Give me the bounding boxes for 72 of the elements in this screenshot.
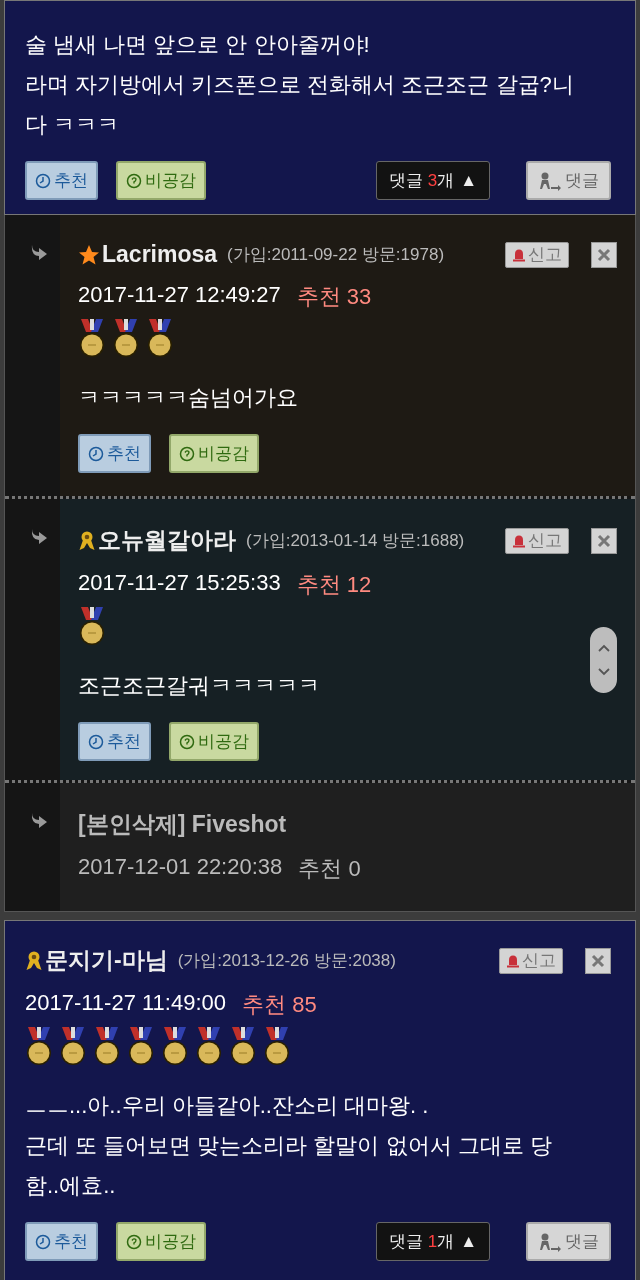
bell-icon [512,247,526,262]
reply-button[interactable]: 댓글 [526,161,611,200]
reply-count-button[interactable]: 댓글 3개 ▲ [375,161,490,200]
medal-icon [146,318,174,360]
close-button[interactable] [591,527,617,554]
member-info: (가입:2013-01-14 방문:1688) [246,530,465,552]
recommend-button[interactable]: 추천 [78,722,151,761]
medal-icon [25,1026,53,1068]
clock-icon [88,733,104,750]
comment-text: 조근조근갈궈ㅋㅋㅋㅋㅋ [78,672,321,700]
medal-icon [127,1026,155,1068]
medal-icon [59,1026,87,1068]
medal-icon [93,1026,121,1068]
disagree-button[interactable]: 비공감 [116,161,206,200]
medal-icon [229,1026,257,1068]
author-name: 문지기-마님 [45,946,168,975]
scroll-button[interactable] [590,627,617,693]
recommend-count: 추천 12 [296,571,372,599]
medal-icon [161,1026,189,1068]
reply-button[interactable]: 댓글 [526,1222,611,1261]
report-button[interactable]: 신고 [505,527,569,554]
bell-icon [512,533,526,548]
close-button[interactable] [591,241,617,268]
clock-icon [88,445,104,462]
timestamp: 2017-12-01 22:20:38 [78,854,283,881]
medal-icon [263,1026,291,1068]
question-icon [126,1233,142,1250]
figure-arrow-icon [538,1231,562,1252]
member-info: (가입:2013-12-26 방문:2038) [177,950,396,972]
medal-icon [112,318,140,360]
recommend-button[interactable]: 추천 [25,1222,98,1261]
author-name: 오뉴월같아라 [98,526,236,555]
recommend-button[interactable]: 추천 [25,161,98,200]
close-icon [597,247,611,262]
timestamp: 2017-11-27 11:49:00 [25,990,227,1017]
disagree-button[interactable]: 비공감 [116,1222,206,1261]
medal-icon [195,1026,223,1068]
clock-icon [35,1233,51,1250]
reply-count-button[interactable]: 댓글 1개 ▲ [375,1222,490,1261]
close-icon [591,953,605,968]
close-icon [597,533,611,548]
timestamp: 2017-11-27 12:49:27 [78,282,281,309]
comment-text: ㅡㅡ...아..우리 아들같아..잔소리 대마왕. . [25,1092,430,1120]
report-button[interactable]: 신고 [505,241,569,268]
author-name: Lacrimosa [102,241,218,268]
member-info: (가입:2011-09-22 방문:1978) [227,244,445,266]
recommend-count: 추천 33 [296,283,372,311]
timestamp: 2017-11-27 15:25:33 [78,570,281,597]
disagree-button[interactable]: 비공감 [169,722,259,761]
comment-text: 술 냄새 나면 앞으로 안 안아줄꺼야! [25,31,371,59]
recommend-button[interactable]: 추천 [78,434,151,473]
clock-icon [35,172,51,189]
comment-text: 라며 자기방에서 키즈폰으로 전화해서 조근조근 갈굽?니다 ㅋㅋㅋ [25,71,575,139]
recommend-count: 추천 0 [298,855,361,883]
author-name: [본인삭제] Fiveshot [78,810,288,839]
close-button[interactable] [585,947,611,974]
disagree-button[interactable]: 비공감 [169,434,259,473]
ribbon-icon [78,529,96,552]
recommend-count: 추천 85 [242,991,317,1019]
question-icon [179,445,195,462]
star-icon [78,243,100,266]
comment-text: 근데 또 들어보면 맞는소리라 할말이 없어서 그대로 당함..에효.. [25,1132,553,1200]
figure-arrow-icon [538,170,562,191]
report-button[interactable]: 신고 [499,947,563,974]
bell-icon [506,953,520,968]
question-icon [126,172,142,189]
medal-icon [78,318,106,360]
comment-text: ㅋㅋㅋㅋㅋ숨넘어가요 [78,384,299,412]
ribbon-icon [25,949,43,972]
medal-icon [78,606,106,648]
question-icon [179,733,195,750]
chevrons-icon [596,643,611,677]
